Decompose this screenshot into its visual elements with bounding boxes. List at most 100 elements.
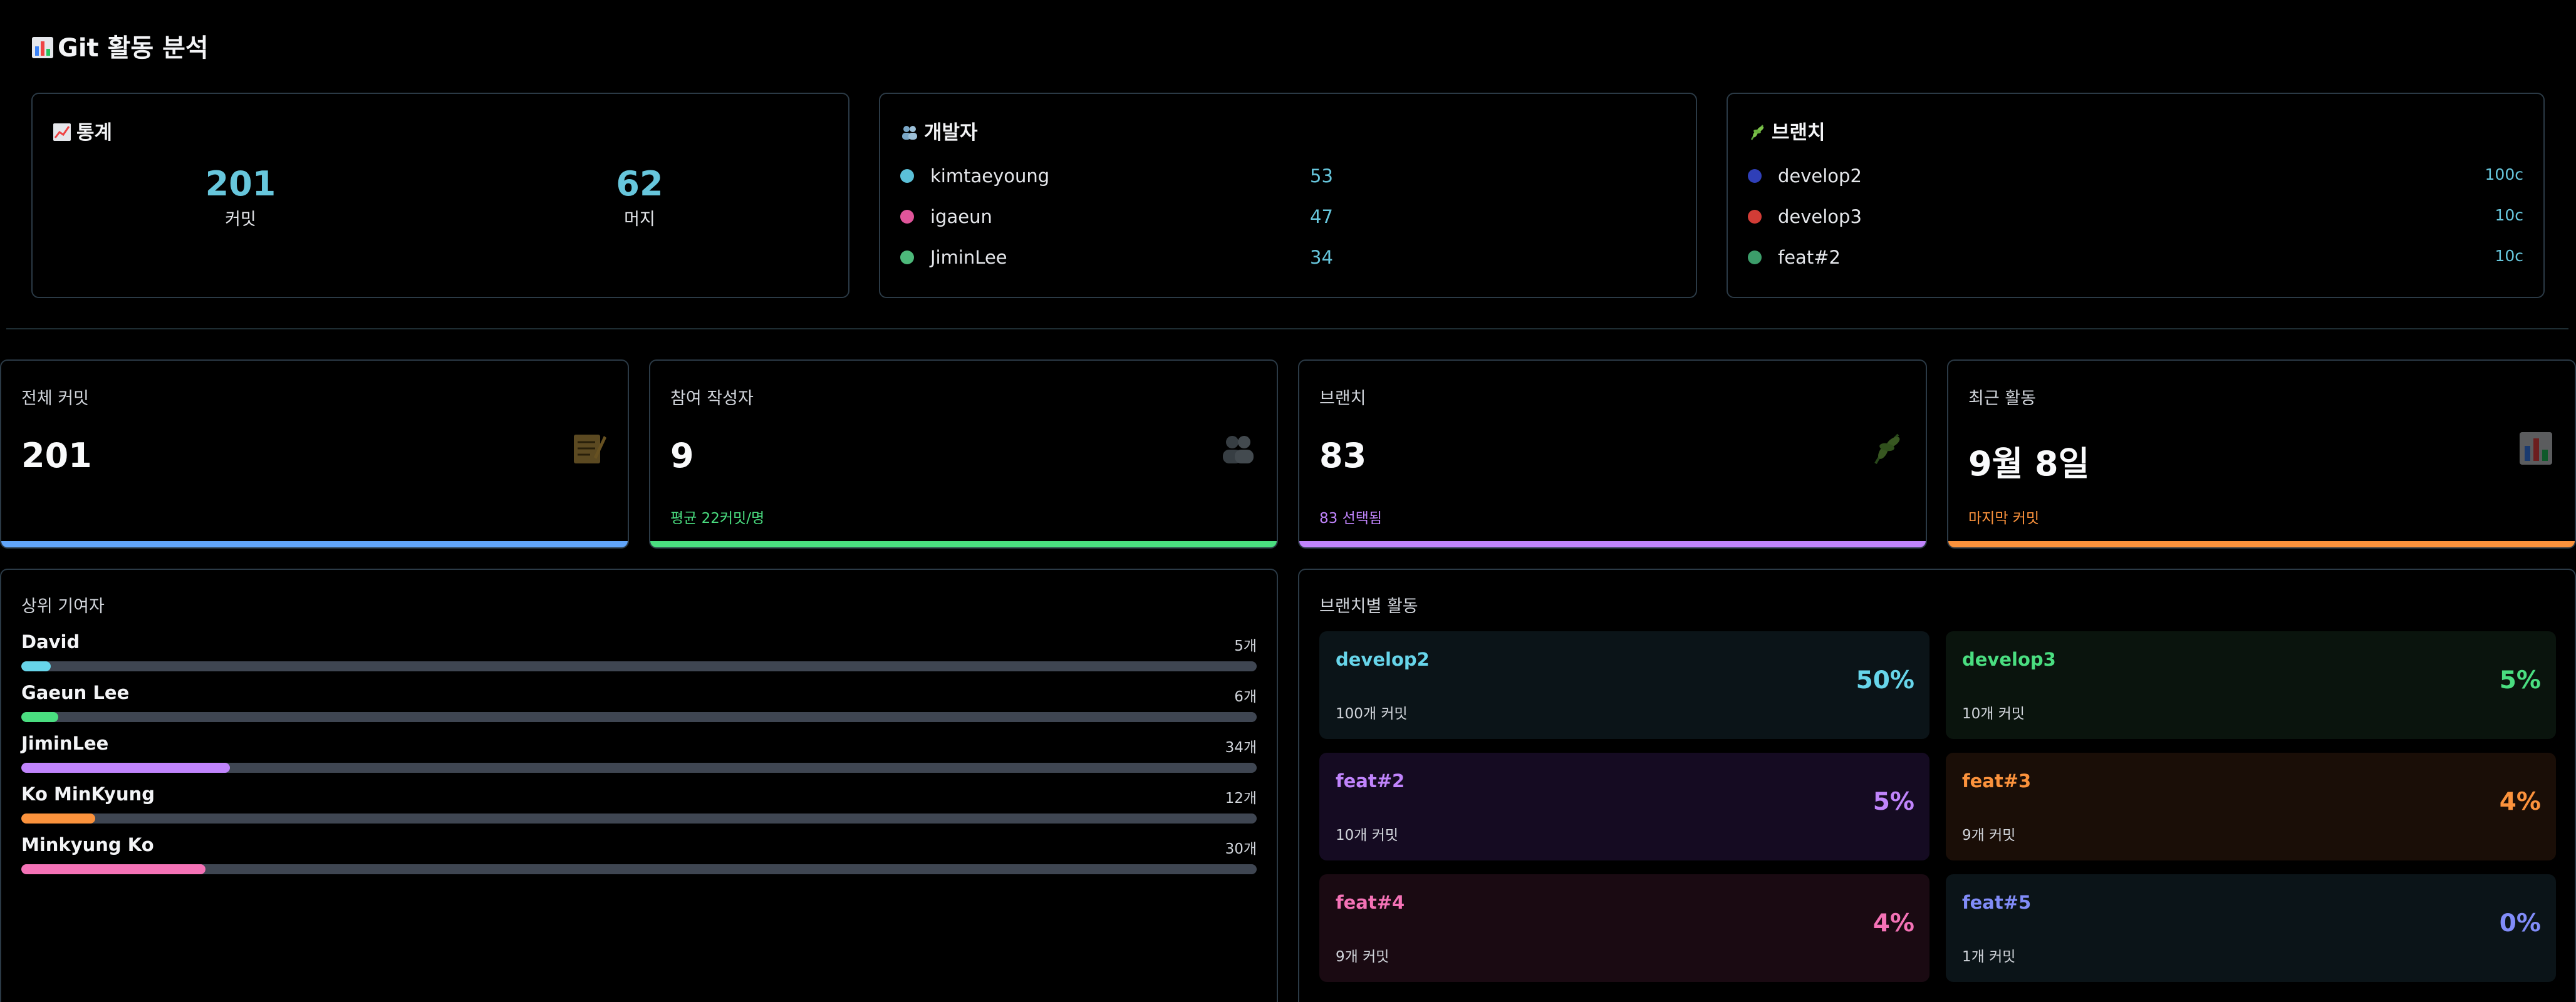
metric-value: 201 [21, 436, 92, 475]
metric-subtext: 평균 22커밋/명 [670, 510, 765, 527]
branch-name: develop3 [1778, 206, 1862, 227]
metric-value: 9 [670, 436, 694, 475]
contributor-progress-fill [21, 763, 231, 773]
branch-row[interactable]: develop2 100c [1748, 164, 2523, 189]
page-title-text: Git 활동 분석 [58, 34, 209, 63]
contributor-name: David [21, 631, 80, 653]
contributor-name: Gaeun Lee [21, 682, 130, 703]
developer-name: igaeun [930, 206, 992, 227]
developer-row[interactable]: igaeun 47 [900, 205, 1676, 230]
contributor-progress-track [21, 813, 1257, 824]
metric-accent-bar [1, 541, 628, 547]
branch-activity-commits: 10개 커밋 [1336, 827, 1399, 844]
contributor-row[interactable]: Minkyung Ko 30개 [21, 834, 1257, 878]
metric-accent-bar [650, 541, 1277, 547]
branch-activity-tile[interactable]: feat#2 10개 커밋 5% [1319, 753, 1929, 860]
branch-activity-commits: 100개 커밋 [1336, 706, 1408, 722]
metric-card-recent-activity: 최근 활동 9월 8일 마지막 커밋 [1947, 359, 2576, 549]
contributor-row[interactable]: David 5개 [21, 631, 1257, 675]
metric-card-branches: 브랜치 83 83 선택됨 [1298, 359, 1927, 549]
metric-label: 최근 활동 [1968, 389, 2036, 408]
branch-activity-percent: 0% [2499, 909, 2541, 937]
branch-activity-tile[interactable]: feat#5 1개 커밋 0% [1946, 874, 2556, 982]
panel-title: 상위 기여자 [21, 597, 105, 616]
developer-color-dot [900, 250, 914, 264]
branch-row[interactable]: develop3 10c [1748, 205, 2523, 230]
branch-color-dot [1748, 250, 1762, 264]
branch-activity-name: develop3 [1962, 649, 2056, 670]
branch-activity-name: feat#2 [1336, 770, 1405, 792]
branch-activity-name: feat#4 [1336, 892, 1405, 913]
metric-accent-bar [1948, 541, 2575, 547]
herb-icon [1750, 125, 1764, 140]
top-contributors-panel: 상위 기여자 David 5개 Gaeun Lee 6개 JiminLee 34개 Ko M… [0, 569, 1278, 1002]
contributor-row[interactable]: JiminLee 34개 [21, 733, 1257, 777]
page-title: Git 활동 분석 [31, 28, 209, 64]
contributor-progress-track [21, 864, 1257, 874]
contributor-progress-fill [21, 864, 205, 874]
contributor-commit-count: 5개 [1234, 638, 1257, 654]
contributor-progress-track [21, 763, 1257, 773]
contributor-progress-track [21, 661, 1257, 671]
commit-count-label: 커밋 [225, 210, 256, 229]
developers-card-title: 개발자 [900, 116, 978, 145]
commit-count-value: 201 [205, 164, 276, 204]
developer-color-dot [900, 169, 914, 183]
contributor-row[interactable]: Gaeun Lee 6개 [21, 682, 1257, 726]
merge-count-value: 62 [616, 164, 663, 204]
branch-commit-count: 10c [2495, 247, 2523, 265]
developer-color-dot [900, 210, 914, 224]
developer-commit-count: 47 [1310, 206, 1333, 227]
contributor-progress-fill [21, 712, 59, 722]
branch-activity-panel: 브랜치별 활동 develop2 100개 커밋 50% develop3 10개 커밋… [1298, 569, 2576, 1002]
developer-row[interactable]: JiminLee 34 [900, 245, 1676, 271]
bar-chart-icon [32, 37, 53, 58]
branches-card-title: 브랜치 [1748, 116, 1826, 145]
developer-commit-count: 34 [1310, 247, 1333, 268]
contributor-commit-count: 6개 [1234, 689, 1257, 705]
branch-activity-tile[interactable]: feat#4 9개 커밋 4% [1319, 874, 1929, 982]
branch-activity-tile[interactable]: develop2 100개 커밋 50% [1319, 631, 1929, 739]
contributor-name: JiminLee [21, 733, 109, 754]
chart-up-icon [53, 123, 71, 141]
contributor-row[interactable]: Ko MinKyung 12개 [21, 783, 1257, 827]
metric-subtext: 마지막 커밋 [1968, 510, 2040, 527]
branch-activity-commits: 9개 커밋 [1962, 827, 2016, 844]
merge-count-label: 머지 [624, 210, 655, 229]
branch-color-dot [1748, 169, 1762, 183]
contributor-progress-fill [21, 813, 96, 824]
contributor-progress-track [21, 712, 1257, 722]
branches-card: 브랜치 develop2 100c develop3 10c feat#2 10… [1727, 93, 2545, 298]
contributor-commit-count: 12개 [1225, 790, 1257, 807]
metric-accent-bar [1299, 541, 1926, 547]
developer-row[interactable]: kimtaeyoung 53 [900, 164, 1676, 189]
branch-activity-commits: 1개 커밋 [1962, 949, 2016, 965]
branch-row[interactable]: feat#2 10c [1748, 245, 2523, 271]
branch-color-dot [1748, 210, 1762, 224]
branch-name: develop2 [1778, 165, 1862, 187]
developer-commit-count: 53 [1310, 165, 1333, 187]
branch-activity-name: develop2 [1336, 649, 1430, 670]
stats-card: 통계 201 커밋 62 머지 [31, 93, 849, 298]
contributor-progress-fill [21, 661, 51, 671]
people-icon [1223, 436, 1254, 463]
branch-activity-percent: 50% [1856, 666, 1914, 695]
metric-label: 전체 커밋 [21, 389, 89, 408]
metric-value: 83 [1319, 436, 1367, 475]
branch-activity-tile[interactable]: develop3 10개 커밋 5% [1946, 631, 2556, 739]
section-divider [6, 328, 2568, 329]
people-icon [902, 126, 917, 140]
branch-commit-count: 10c [2495, 206, 2523, 224]
contributor-commit-count: 30개 [1225, 841, 1257, 857]
branch-activity-percent: 4% [1872, 909, 1914, 937]
branch-activity-tile[interactable]: feat#3 9개 커밋 4% [1946, 753, 2556, 860]
branch-activity-name: feat#3 [1962, 770, 2032, 792]
bar-chart-icon [2520, 432, 2552, 465]
branch-name: feat#2 [1778, 247, 1841, 268]
branch-activity-percent: 5% [2499, 666, 2541, 695]
branch-activity-percent: 4% [2499, 788, 2541, 816]
panel-title: 브랜치별 활동 [1319, 597, 1418, 616]
herb-icon [1874, 433, 1900, 464]
metric-card-authors: 참여 작성자 9 평균 22커밋/명 [649, 359, 1278, 549]
contributor-name: Minkyung Ko [21, 834, 154, 855]
